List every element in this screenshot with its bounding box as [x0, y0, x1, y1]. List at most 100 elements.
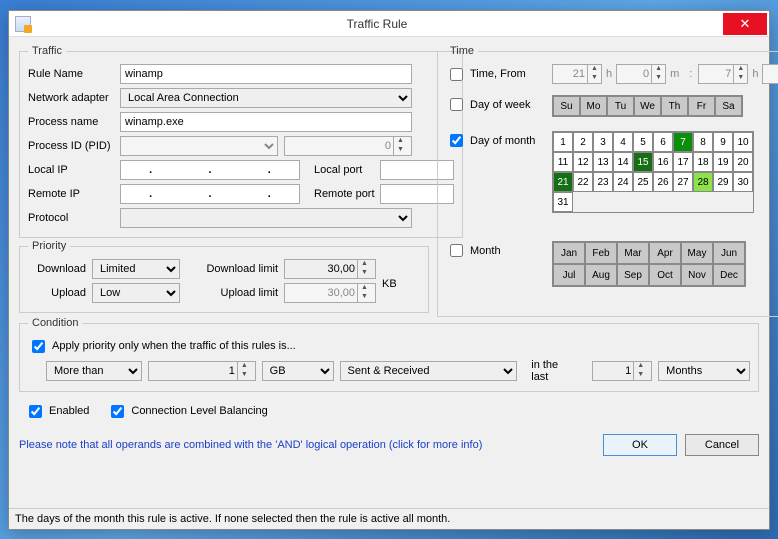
weekday-cell[interactable]: Fr	[688, 96, 715, 116]
enabled-checkbox[interactable]	[29, 405, 42, 418]
month-checkbox[interactable]	[450, 244, 463, 257]
to-min-spinner[interactable]: ▲▼	[762, 64, 778, 84]
month-cell[interactable]: Apr	[649, 242, 681, 264]
day-cell[interactable]: 28	[693, 172, 713, 192]
download-select[interactable]: Limited	[92, 259, 180, 279]
day-cell[interactable]: 19	[713, 152, 733, 172]
local-ip-label: Local IP	[28, 164, 120, 176]
month-cell[interactable]: Sep	[617, 264, 649, 286]
weekday-cell[interactable]: Sa	[715, 96, 742, 116]
day-cell[interactable]: 29	[713, 172, 733, 192]
day-cell[interactable]: 14	[613, 152, 633, 172]
local-ip-input[interactable]: ...	[120, 160, 300, 180]
to-hour-spinner[interactable]: ▲▼	[698, 64, 748, 84]
close-button[interactable]: ✕	[723, 13, 767, 35]
month-cell[interactable]: Mar	[617, 242, 649, 264]
day-cell[interactable]: 3	[593, 132, 613, 152]
month-grid[interactable]: JanFebMarAprMayJun JulAugSepOctNovDec	[552, 241, 746, 287]
condition-amount-spinner[interactable]: ▲▼	[148, 361, 256, 381]
time-from-label: Time, From	[470, 68, 526, 80]
day-cell[interactable]: 26	[653, 172, 673, 192]
cancel-button[interactable]: Cancel	[685, 434, 759, 456]
app-icon	[15, 16, 31, 32]
condition-group: Condition Apply priority only when the t…	[19, 317, 759, 392]
month-cell[interactable]: May	[681, 242, 713, 264]
dom-checkbox[interactable]	[450, 134, 463, 147]
adapter-label: Network adapter	[28, 92, 120, 104]
condition-legend: Condition	[28, 317, 82, 329]
process-input[interactable]	[120, 112, 412, 132]
day-cell[interactable]: 7	[673, 132, 693, 152]
rule-name-input[interactable]	[120, 64, 412, 84]
day-cell[interactable]: 12	[573, 152, 593, 172]
weekday-cell[interactable]: Th	[661, 96, 688, 116]
from-hour-spinner[interactable]: ▲▼	[552, 64, 602, 84]
local-port-label: Local port	[314, 164, 380, 176]
day-cell[interactable]: 5	[633, 132, 653, 152]
time-from-checkbox[interactable]	[450, 68, 463, 81]
day-cell[interactable]: 1	[553, 132, 573, 152]
day-cell[interactable]: 25	[633, 172, 653, 192]
enabled-label: Enabled	[49, 405, 89, 417]
day-cell[interactable]: 2	[573, 132, 593, 152]
status-bar: The days of the month this rule is activ…	[9, 508, 769, 529]
condition-unit-select[interactable]: GB	[262, 361, 334, 381]
day-cell[interactable]: 6	[653, 132, 673, 152]
day-cell[interactable]: 10	[733, 132, 753, 152]
day-cell[interactable]: 16	[653, 152, 673, 172]
download-limit-spinner[interactable]: ▲▼	[284, 259, 376, 279]
month-cell[interactable]: Aug	[585, 264, 617, 286]
adapter-select[interactable]: Local Area Connection	[120, 88, 412, 108]
condition-op-select[interactable]: More than	[46, 361, 142, 381]
clb-checkbox[interactable]	[111, 405, 124, 418]
note-link[interactable]: Please note that all operands are combin…	[19, 439, 482, 451]
day-cell[interactable]: 18	[693, 152, 713, 172]
priority-group: Priority Download Limited Download limit…	[19, 240, 429, 313]
titlebar[interactable]: Traffic Rule ✕	[9, 11, 769, 37]
apply-priority-checkbox[interactable]	[32, 340, 45, 353]
day-cell[interactable]: 30	[733, 172, 753, 192]
pid-spinner[interactable]: ▲▼	[284, 136, 412, 156]
day-cell[interactable]: 24	[613, 172, 633, 192]
day-cell[interactable]: 15	[633, 152, 653, 172]
day-cell[interactable]: 4	[613, 132, 633, 152]
day-cell[interactable]: 13	[593, 152, 613, 172]
day-cell[interactable]: 11	[553, 152, 573, 172]
day-grid[interactable]: 1234567891011121314151617181920212223242…	[552, 131, 754, 213]
day-cell[interactable]: 23	[593, 172, 613, 192]
upload-select[interactable]: Low	[92, 283, 180, 303]
weekday-cell[interactable]: Mo	[580, 96, 607, 116]
month-cell[interactable]: Feb	[585, 242, 617, 264]
period-unit-select[interactable]: Months	[658, 361, 750, 381]
ok-button[interactable]: OK	[603, 434, 677, 456]
process-label: Process name	[28, 116, 120, 128]
weekday-grid[interactable]: SuMoTuWeThFrSa	[552, 95, 743, 117]
pid-select[interactable]	[120, 136, 278, 156]
day-cell[interactable]: 31	[553, 192, 573, 212]
day-cell[interactable]: 9	[713, 132, 733, 152]
rule-name-label: Rule Name	[28, 68, 120, 80]
day-cell[interactable]: 27	[673, 172, 693, 192]
weekday-cell[interactable]: We	[634, 96, 661, 116]
day-cell[interactable]: 22	[573, 172, 593, 192]
condition-direction-select[interactable]: Sent & Received	[340, 361, 518, 381]
month-cell[interactable]: Oct	[649, 264, 681, 286]
dialog-window: Traffic Rule ✕ Traffic Rule Name Network…	[8, 10, 770, 530]
month-cell[interactable]: Dec	[713, 264, 745, 286]
month-cell[interactable]: Jan	[553, 242, 585, 264]
from-min-spinner[interactable]: ▲▼	[616, 64, 666, 84]
remote-ip-input[interactable]: ...	[120, 184, 300, 204]
upload-limit-spinner[interactable]: ▲▼	[284, 283, 376, 303]
period-n-spinner[interactable]: ▲▼	[592, 361, 652, 381]
month-cell[interactable]: Jun	[713, 242, 745, 264]
weekday-cell[interactable]: Tu	[607, 96, 634, 116]
month-cell[interactable]: Jul	[553, 264, 585, 286]
day-cell[interactable]: 17	[673, 152, 693, 172]
day-cell[interactable]: 8	[693, 132, 713, 152]
dow-checkbox[interactable]	[450, 98, 463, 111]
weekday-cell[interactable]: Su	[553, 96, 580, 116]
day-cell[interactable]: 20	[733, 152, 753, 172]
month-cell[interactable]: Nov	[681, 264, 713, 286]
protocol-select[interactable]	[120, 208, 412, 228]
day-cell[interactable]: 21	[553, 172, 573, 192]
